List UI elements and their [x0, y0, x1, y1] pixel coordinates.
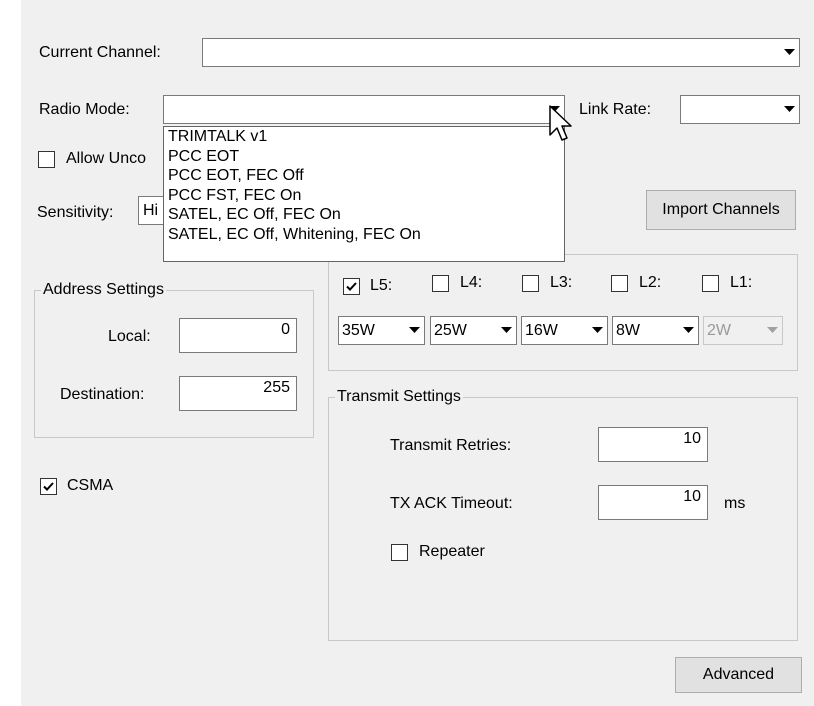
l1-power-select: 2W	[703, 316, 783, 345]
l3-power-select[interactable]: 16W	[521, 316, 608, 345]
l1-checkbox[interactable]	[702, 275, 719, 292]
local-label: Local:	[108, 328, 151, 345]
address-settings-title: Address Settings	[41, 280, 166, 300]
radio-mode-option[interactable]: PCC FST, FEC On	[164, 186, 564, 206]
csma-checkbox[interactable]	[40, 478, 57, 495]
chevron-down-icon[interactable]	[780, 40, 798, 65]
l4-checkbox[interactable]	[432, 275, 449, 292]
sensitivity-label: Sensitivity:	[37, 204, 114, 221]
l1-power-value: 2W	[707, 321, 731, 339]
l4-label: L4:	[460, 274, 483, 291]
transmit-retries-field[interactable]: 10	[598, 427, 708, 462]
power-levels-group	[328, 254, 798, 371]
address-settings-group: Address Settings	[34, 280, 314, 438]
checkmark-icon	[346, 282, 357, 291]
current-channel-select[interactable]	[202, 38, 800, 67]
l2-label: L2:	[639, 274, 662, 291]
advanced-button[interactable]: Advanced	[675, 657, 802, 693]
radio-mode-dropdown-list[interactable]: TRIMTALK v1 PCC EOT PCC EOT, FEC Off PCC…	[163, 126, 565, 262]
l4-power-value: 25W	[434, 321, 467, 339]
repeater-label: Repeater	[419, 543, 485, 560]
transmit-settings-group: Transmit Settings	[328, 387, 798, 641]
l5-power-select[interactable]: 35W	[338, 316, 425, 345]
repeater-checkbox[interactable]	[391, 544, 408, 561]
chevron-down-icon[interactable]	[405, 318, 423, 343]
csma-label: CSMA	[67, 477, 114, 494]
radio-mode-option[interactable]: SATEL, EC Off, Whitening, FEC On	[164, 225, 564, 245]
transmit-settings-title: Transmit Settings	[335, 387, 463, 407]
l5-power-value: 35W	[342, 321, 375, 339]
chevron-down-icon[interactable]	[497, 318, 515, 343]
current-channel-label: Current Channel:	[39, 44, 161, 61]
checkmark-icon	[43, 482, 54, 491]
link-rate-select[interactable]	[680, 95, 800, 124]
tx-ack-timeout-unit: ms	[724, 495, 746, 512]
destination-address-field[interactable]: 255	[179, 376, 297, 411]
chevron-down-icon[interactable]	[679, 318, 697, 343]
radio-mode-select[interactable]	[163, 95, 565, 124]
l5-checkbox[interactable]	[343, 278, 360, 295]
l2-checkbox[interactable]	[611, 275, 628, 292]
chevron-down-icon[interactable]	[780, 97, 798, 122]
radio-mode-option[interactable]: TRIMTALK v1	[164, 127, 564, 147]
l3-label: L3:	[550, 274, 573, 291]
local-address-field[interactable]: 0	[179, 318, 297, 353]
import-channels-button[interactable]: Import Channels	[646, 190, 796, 230]
radio-mode-option[interactable]: PCC EOT	[164, 147, 564, 167]
radio-mode-label: Radio Mode:	[39, 101, 130, 118]
l4-power-select[interactable]: 25W	[430, 316, 517, 345]
link-rate-label: Link Rate:	[579, 101, 652, 118]
chevron-down-icon	[763, 318, 781, 343]
chevron-down-icon[interactable]	[588, 318, 606, 343]
l2-power-value: 8W	[616, 321, 640, 339]
destination-label: Destination:	[60, 386, 145, 403]
sensitivity-value: Hi	[143, 201, 159, 219]
l2-power-select[interactable]: 8W	[612, 316, 699, 345]
mouse-pointer-icon	[549, 105, 572, 141]
tx-ack-timeout-field[interactable]: 10	[598, 485, 708, 520]
l5-label: L5:	[370, 277, 393, 294]
l1-label: L1:	[730, 274, 753, 291]
allow-unconfirmed-checkbox[interactable]	[38, 151, 55, 168]
l3-checkbox[interactable]	[522, 275, 539, 292]
allow-unconfirmed-label: Allow Unco	[66, 150, 147, 167]
radio-mode-option[interactable]: PCC EOT, FEC Off	[164, 166, 564, 186]
transmit-retries-label: Transmit Retries:	[390, 437, 512, 454]
l3-power-value: 16W	[525, 321, 558, 339]
radio-mode-option[interactable]: SATEL, EC Off, FEC On	[164, 205, 564, 225]
tx-ack-timeout-label: TX ACK Timeout:	[390, 495, 513, 512]
